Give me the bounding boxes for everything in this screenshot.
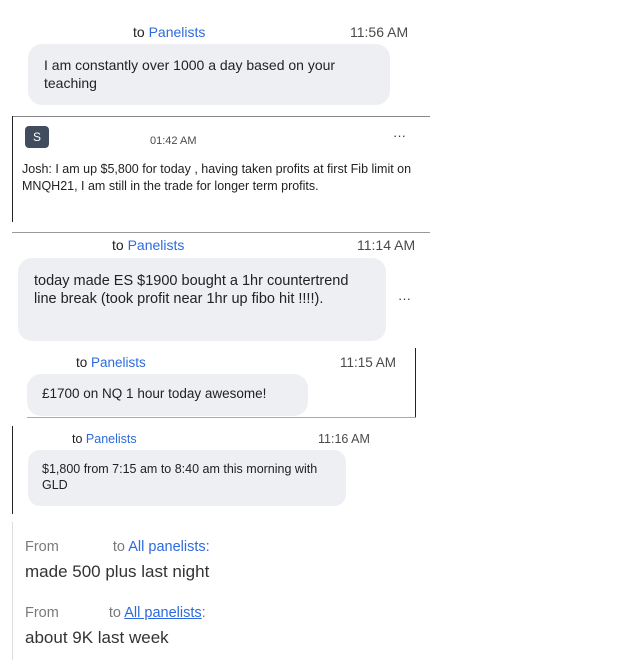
recipient-link[interactable]: Panelists [149,24,206,40]
message-1-recipient: to Panelists [133,24,205,40]
message-3-recipient: to Panelists [112,237,184,253]
recipient-link[interactable]: All panelists: [128,539,209,555]
message-6-text: made 500 plus last night [25,562,210,581]
divider-line [12,116,430,117]
message-4-time: 11:15 AM [340,355,397,370]
avatar: S [25,126,49,148]
left-border [12,116,13,222]
to-label: to [133,24,145,40]
message-2-text: Josh: I am up $5,800 for today , having … [22,162,412,193]
message-5-time: 11:16 AM [318,432,370,446]
more-options-icon[interactable]: ··· [393,128,406,143]
to-label: to [112,539,125,555]
from-label: From [25,539,59,555]
message-2-time: 01:42 AM [150,135,197,147]
recipient-link[interactable]: Panelists [86,432,137,446]
message-7-text: about 9K last week [25,628,169,647]
recipient-link[interactable]: Panelists [128,237,185,253]
message-1-bubble: I am constantly over 1000 a day based on… [28,44,390,105]
recipient-link[interactable]: All panelists [124,605,201,621]
divider-line [12,232,430,233]
left-border [12,426,13,514]
to-label: to [76,355,88,370]
from-label: From [25,605,59,621]
message-5-bubble: $1,800 from 7:15 am to 8:40 am this morn… [28,450,346,506]
message-3-bubble: today made ES $1900 bought a 1hr counter… [18,258,386,341]
message-7-header: From to All panelists: [25,605,206,621]
to-label: to [72,432,83,446]
more-options-icon[interactable]: ··· [398,291,411,306]
message-1-time: 11:56 AM [350,24,409,40]
to-label: to [108,605,121,621]
left-border [12,522,13,660]
message-6-header: From to All panelists: [25,539,210,555]
right-border [415,348,416,418]
message-5-recipient: to Panelists [72,432,137,446]
message-3-time: 11:14 AM [357,237,416,253]
message-4-recipient: to Panelists [76,355,146,370]
to-label: to [112,237,124,253]
message-4-bubble: £1700 on NQ 1 hour today awesome! [27,374,308,416]
bottom-border [27,417,416,418]
colon: : [201,605,206,621]
recipient-link[interactable]: Panelists [91,355,146,370]
